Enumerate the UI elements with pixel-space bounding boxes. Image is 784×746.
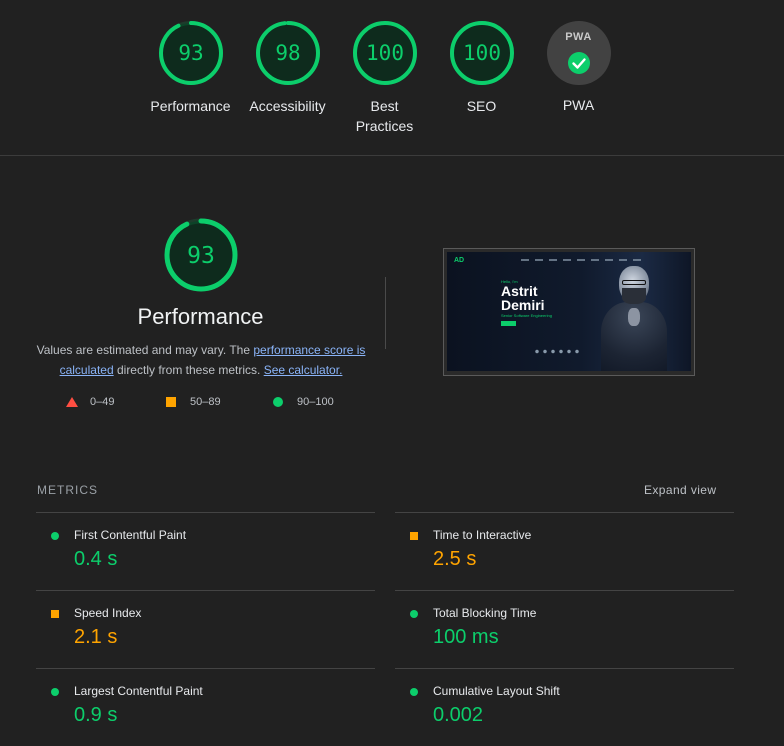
description-text: Values are estimated and may vary. The bbox=[36, 343, 254, 357]
expand-view-button[interactable]: Expand view bbox=[644, 483, 716, 497]
gauge-pwa[interactable]: PWA PWA bbox=[530, 20, 627, 115]
gauge-label: SEO bbox=[466, 98, 497, 114]
gauge-accessibility[interactable]: 98 Accessibility bbox=[239, 20, 336, 116]
metric-value: 0.4 s bbox=[74, 548, 118, 570]
performance-description: Values are estimated and may vary. The p… bbox=[36, 340, 366, 380]
metrics-heading: METRICS bbox=[37, 483, 98, 497]
square-icon bbox=[51, 610, 59, 618]
metric-name: Largest Contentful Paint bbox=[74, 684, 203, 698]
gauge-label-line: Practices bbox=[355, 118, 414, 134]
gauge-score: 93 bbox=[178, 41, 203, 65]
gauge-label-line: Best bbox=[370, 98, 399, 114]
portrait-hand bbox=[628, 308, 640, 326]
gauge-score: 98 bbox=[275, 41, 300, 65]
site-logo: AD bbox=[454, 257, 465, 264]
circle-icon bbox=[51, 688, 59, 696]
gauge-label: Accessibility bbox=[249, 98, 326, 114]
legend-range: 50–89 bbox=[190, 396, 221, 409]
portrait-photo bbox=[597, 262, 677, 371]
metric-fcp[interactable]: First Contentful Paint 0.4 s bbox=[36, 512, 375, 590]
legend-average: 50–89 bbox=[166, 396, 221, 412]
legend-poor: 0–49 bbox=[66, 396, 114, 412]
gauge-label: Performance bbox=[150, 98, 231, 114]
gauge-score: 100 bbox=[366, 41, 404, 65]
gauge-label: PWA bbox=[562, 97, 595, 113]
site-name-line: Demiri bbox=[501, 297, 545, 313]
pwa-badge-text: PWA bbox=[565, 31, 592, 43]
site-name-line: Astrit bbox=[501, 283, 538, 299]
metric-name: Cumulative Layout Shift bbox=[433, 684, 560, 698]
square-icon bbox=[166, 397, 176, 408]
performance-title: Performance bbox=[137, 304, 264, 329]
metric-name: Time to Interactive bbox=[433, 528, 532, 542]
metric-value: 2.5 s bbox=[433, 548, 477, 570]
metric-speed-index[interactable]: Speed Index 2.1 s bbox=[36, 590, 375, 668]
legend-good: 90–100 bbox=[273, 396, 334, 412]
metric-value: 0.9 s bbox=[74, 704, 118, 726]
legend-range: 90–100 bbox=[297, 396, 334, 409]
portrait-glasses bbox=[622, 280, 646, 285]
description-text: directly from these metrics. bbox=[113, 363, 264, 377]
screenshot-image: AD Hello, I'm Astrit Demiri Senior Softw… bbox=[447, 252, 691, 371]
site-subtitle: Senior Software Engineering bbox=[501, 313, 552, 318]
circle-icon bbox=[273, 397, 283, 408]
metric-lcp[interactable]: Largest Contentful Paint 0.9 s bbox=[36, 668, 375, 746]
metric-value: 0.002 bbox=[433, 704, 484, 726]
metric-value: 100 ms bbox=[433, 626, 499, 648]
pwa-badge: PWA bbox=[546, 21, 611, 85]
vertical-divider bbox=[385, 277, 386, 349]
gauge-performance[interactable]: 93 Performance bbox=[142, 20, 239, 116]
metric-tbt[interactable]: Total Blocking Time 100 ms bbox=[395, 590, 734, 668]
metric-name: Speed Index bbox=[74, 606, 142, 620]
square-icon bbox=[410, 532, 418, 540]
metric-tti[interactable]: Time to Interactive 2.5 s bbox=[395, 512, 734, 590]
site-nav bbox=[521, 259, 641, 261]
portrait-beard bbox=[622, 288, 646, 304]
legend-range: 0–49 bbox=[90, 396, 115, 409]
gauge-ring: 93 bbox=[158, 21, 223, 85]
site-social-icons bbox=[533, 349, 583, 354]
triangle-icon bbox=[66, 397, 78, 408]
metric-name: Total Blocking Time bbox=[433, 606, 537, 620]
check-circle-icon bbox=[567, 52, 590, 74]
gauge-best-practices[interactable]: 100 Best Practices bbox=[336, 20, 433, 136]
site-name: Astrit Demiri bbox=[501, 284, 545, 312]
metric-cls[interactable]: Cumulative Layout Shift 0.002 bbox=[395, 668, 734, 746]
circle-icon bbox=[410, 688, 418, 696]
gauge-ring: 98 bbox=[255, 21, 320, 85]
site-button bbox=[501, 321, 516, 326]
metric-value: 2.1 s bbox=[74, 626, 118, 648]
gauge-ring: 100 bbox=[352, 21, 417, 85]
score-summary: 93 Performance 98 Accessibility 100 Best… bbox=[0, 0, 784, 156]
gauge-label: Best Practices bbox=[336, 96, 433, 136]
metric-name: First Contentful Paint bbox=[74, 528, 187, 542]
performance-gauge: 93 bbox=[164, 218, 238, 292]
performance-score: 93 bbox=[187, 243, 215, 269]
gauge-ring: 100 bbox=[449, 21, 514, 85]
circle-icon bbox=[51, 532, 59, 540]
circle-icon bbox=[410, 610, 418, 618]
gauge-score: 100 bbox=[463, 41, 501, 65]
gauge-seo[interactable]: 100 SEO bbox=[433, 20, 530, 116]
final-screenshot[interactable]: AD Hello, I'm Astrit Demiri Senior Softw… bbox=[443, 248, 695, 376]
see-calculator-link[interactable]: See calculator. bbox=[264, 363, 343, 377]
